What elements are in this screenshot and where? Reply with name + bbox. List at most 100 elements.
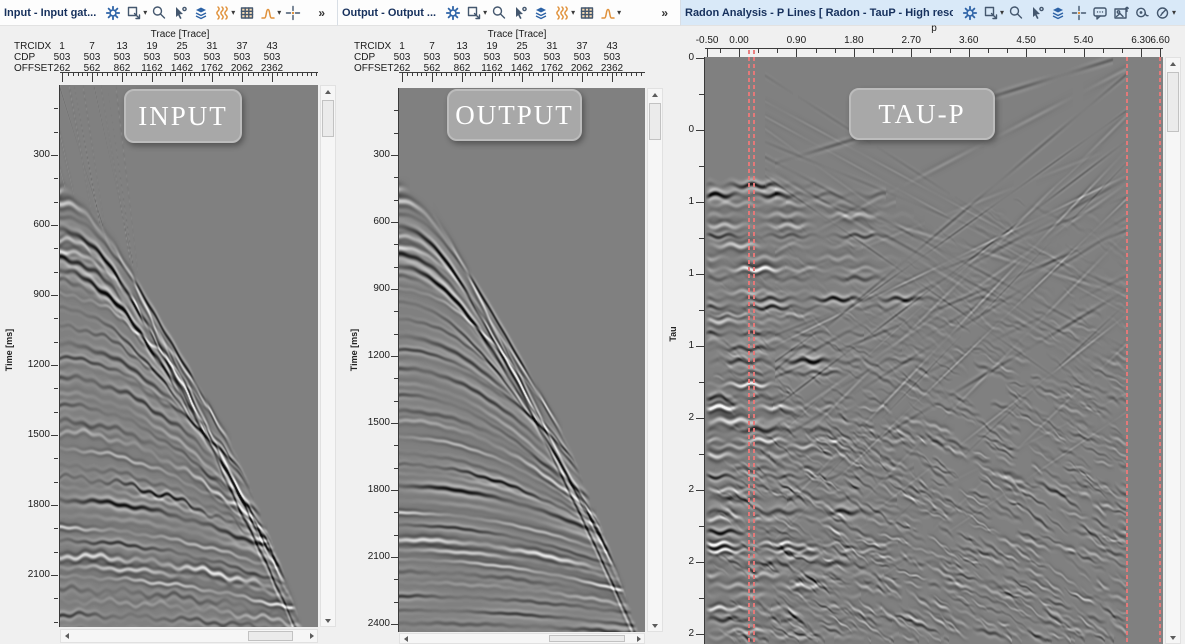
scrollbar-thumb-taup-v[interactable] [1167,72,1179,132]
axis-tick [696,346,704,347]
zoom-window-icon[interactable] [981,3,1000,23]
scrollbar-thumb-input-h[interactable] [248,631,293,641]
header-value: 503 [594,52,630,63]
p-mute-marker-left[interactable] [1126,57,1128,644]
scroll-left-arrow[interactable] [60,629,73,643]
zoom-window-icon[interactable] [464,3,483,23]
axis-tick [54,342,58,343]
axis-tick [107,72,108,76]
dropdown-caret-icon[interactable]: ▾ [571,8,575,17]
crosshair-icon[interactable] [283,3,302,23]
spreadsheet-icon[interactable] [237,3,256,23]
amplitude-spectrum-icon[interactable] [258,3,277,23]
settings-gear-icon[interactable] [960,3,979,23]
axis-tick [699,382,704,383]
axis-tick [607,72,608,76]
axis-tick [185,72,186,76]
scroll-down-arrow[interactable] [1165,631,1181,644]
axis-tick [930,48,931,53]
axis-tick [272,72,273,82]
p-tick-label: 2.70 [894,35,928,46]
scroll-right-arrow[interactable] [305,629,318,643]
output-seismic-canvas[interactable] [399,88,645,632]
input-gather-plot[interactable] [60,85,318,627]
scroll-down-arrow[interactable] [320,614,336,627]
taup-seismic-canvas[interactable] [705,57,1163,644]
scroll-left-arrow[interactable] [399,633,412,644]
crosshair-icon[interactable] [1069,3,1088,23]
wiggle-display-icon[interactable] [552,3,571,23]
scroll-down-arrow[interactable] [647,619,663,632]
tau-tick-label: 1 [682,196,694,207]
p-tick-label: 0.00 [722,35,756,46]
settings-gear-icon[interactable] [103,3,122,23]
taup-plot[interactable] [705,57,1163,644]
magnifier-icon[interactable] [1006,3,1025,23]
plot-border [398,88,399,632]
overflow-chevron-icon[interactable]: » [318,6,325,20]
axis-tick [969,48,970,57]
p-mute-marker-right[interactable] [1159,57,1161,644]
scrollbar-thumb-output-h[interactable] [549,635,625,642]
axis-tick [97,72,98,76]
axis-tick [707,48,708,57]
pointer-icon[interactable] [1027,3,1046,23]
scroll-up-arrow[interactable] [320,85,336,98]
p-select-marker-left[interactable] [748,50,750,644]
time-tick-label: 300 [358,149,390,160]
zoom-window-icon[interactable] [124,3,143,23]
p-select-marker-right[interactable] [753,50,755,644]
layers-icon[interactable] [191,3,210,23]
overflow-chevron-icon[interactable]: » [661,6,668,20]
magnifier-icon[interactable] [489,3,508,23]
scrollbar-track-output-v[interactable] [647,88,663,632]
axis-tick [514,72,515,76]
axis-tick [51,575,58,576]
axis-tick [51,435,58,436]
pointer-icon[interactable] [510,3,529,23]
scrollbar-thumb-input-v[interactable] [322,100,334,137]
comment-bubble-icon[interactable] [1090,3,1109,23]
layers-icon[interactable] [531,3,550,23]
axis-tick [199,72,200,76]
axis-tick [311,72,312,76]
axis-tick [462,72,463,82]
dropdown-caret-icon[interactable]: ▾ [1172,8,1176,17]
wiggle-display-icon[interactable] [212,3,231,23]
magnifier-icon[interactable] [149,3,168,23]
axis-tick [204,72,205,76]
spreadsheet-icon[interactable] [577,3,596,23]
axis-tick [509,72,510,76]
input-seismic-canvas[interactable] [60,85,318,627]
dropdown-caret-icon[interactable]: ▾ [617,8,621,17]
axis-tick [175,72,176,76]
scroll-right-arrow[interactable] [632,633,645,644]
scrollbar-thumb-output-v[interactable] [649,103,661,140]
scroll-up-arrow[interactable] [1165,57,1181,70]
compass-icon[interactable] [1153,3,1172,23]
inspect-lens-icon[interactable] [1132,3,1151,23]
axis-tick [102,72,103,76]
scroll-up-arrow[interactable] [647,88,663,101]
axis-tick [436,72,437,76]
dropdown-caret-icon[interactable]: ▾ [277,8,281,17]
dropdown-caret-icon[interactable]: ▾ [483,8,487,17]
snapshot-export-icon[interactable] [1111,3,1130,23]
scrollbar-track-taup-v[interactable] [1165,57,1181,644]
output-gather-plot[interactable] [399,88,645,632]
time-tick-label: 1800 [358,484,390,495]
axis-tick [82,72,83,76]
axis-tick [394,468,398,469]
axis-tick [146,72,147,76]
dropdown-caret-icon[interactable]: ▾ [231,8,235,17]
dropdown-caret-icon[interactable]: ▾ [143,8,147,17]
scrollbar-track-input-v[interactable] [320,85,336,627]
pointer-icon[interactable] [170,3,189,23]
amplitude-spectrum-icon[interactable] [598,3,617,23]
axis-tick [242,72,243,82]
layers-icon[interactable] [1048,3,1067,23]
axis-tick [892,48,893,53]
axis-tick [394,177,398,178]
dropdown-caret-icon[interactable]: ▾ [1000,8,1004,17]
settings-gear-icon[interactable] [443,3,462,23]
